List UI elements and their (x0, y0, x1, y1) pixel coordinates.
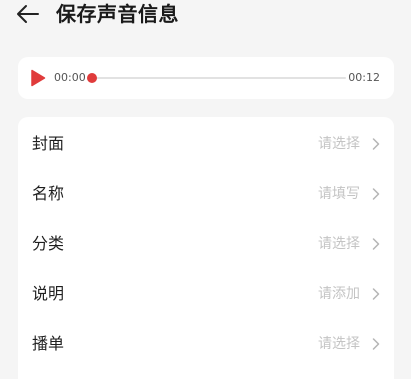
row-label: 封面 (32, 134, 65, 153)
back-arrow-icon (17, 5, 39, 23)
row-placeholder: 请选择 (318, 136, 360, 152)
progress-thumb[interactable] (87, 73, 97, 83)
current-time: 00:00 (54, 71, 86, 84)
row-placeholder: 请添加 (318, 286, 360, 302)
chevron-right-icon (372, 138, 380, 150)
chevron-right-icon (372, 288, 380, 300)
row-label: 播单 (32, 334, 65, 353)
total-time: 00:12 (348, 71, 380, 84)
progress-slider[interactable] (87, 73, 346, 83)
row-playlist[interactable]: 播单 请选择 (18, 319, 394, 369)
chevron-right-icon (372, 188, 380, 200)
row-placeholder: 请选择 (318, 336, 360, 352)
chevron-right-icon (372, 238, 380, 250)
row-placeholder: 请选择 (318, 236, 360, 252)
play-icon (31, 69, 46, 87)
header: 保存声音信息 (0, 0, 411, 30)
row-label: 名称 (32, 184, 65, 203)
row-placeholder: 请填写 (318, 186, 360, 202)
row-label: 说明 (32, 284, 65, 303)
chevron-right-icon (372, 338, 380, 350)
page-title: 保存声音信息 (56, 2, 179, 26)
row-name[interactable]: 名称 请填写 (18, 169, 394, 219)
info-form: 封面 请选择 名称 请填写 分类 请选择 说明 请添加 播单 请选择 (18, 117, 394, 379)
play-button[interactable] (30, 69, 46, 87)
row-cover[interactable]: 封面 请选择 (18, 119, 394, 169)
row-description[interactable]: 说明 请添加 (18, 269, 394, 319)
row-label: 分类 (32, 234, 65, 253)
row-category[interactable]: 分类 请选择 (18, 219, 394, 269)
audio-player: 00:00 00:12 (18, 57, 394, 99)
back-button[interactable] (14, 2, 42, 26)
